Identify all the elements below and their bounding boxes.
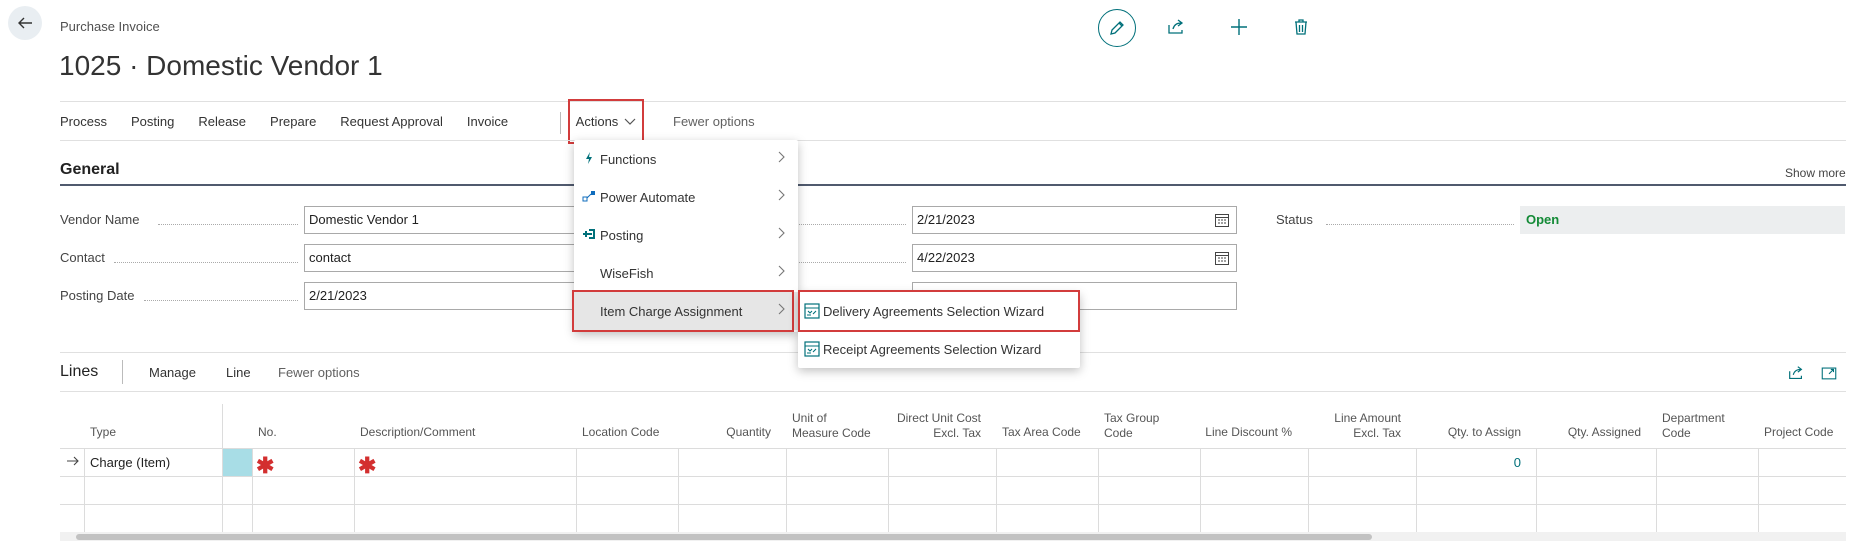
posting-date-field[interactable]: 2/21/2023 [304,282,594,310]
row1-type[interactable]: Charge (Item) [90,455,170,470]
col-header-department-line1[interactable]: Department [1662,411,1725,425]
action-bar: Process Posting Release Prepare Request … [60,108,520,136]
calendar-icon[interactable] [1214,250,1230,266]
expand-icon [1821,367,1837,380]
action-invoice[interactable]: Invoice [455,108,520,136]
required-icon: ✱ [358,453,377,478]
share-icon [1168,19,1184,34]
col-header-line-discount[interactable]: Line Discount % [1190,425,1292,439]
lines-share-button[interactable] [1784,361,1808,385]
chevron-right-icon [778,189,785,201]
col-header-uom-line2: Measure Code [792,426,871,440]
calendar-icon[interactable] [1214,212,1230,228]
menu-item-wisefish[interactable]: WiseFish [574,254,798,292]
col-header-direct-unit-cost-line1[interactable]: Direct Unit Cost [880,411,981,425]
menu-item-receipt-agreements-wizard[interactable]: Receipt Agreements Selection Wizard [798,330,1080,368]
chevron-right-icon [778,227,785,239]
general-section-title: General [60,161,120,178]
menu-item-label: Power Automate [600,189,696,205]
col-header-location-code[interactable]: Location Code [582,425,659,439]
col-header-qty-assigned[interactable]: Qty. Assigned [1540,425,1641,439]
vendor-name-field[interactable]: Domestic Vendor 1 [304,206,594,234]
status-value: Open [1520,206,1845,234]
col-header-quantity[interactable]: Quantity [680,425,771,439]
new-button[interactable] [1227,15,1251,39]
lightning-icon [586,152,592,164]
back-arrow-icon [18,17,32,29]
lines-section-title: Lines [60,363,99,380]
share-button[interactable] [1164,15,1188,39]
action-prepare[interactable]: Prepare [258,108,328,136]
action-request-approval[interactable]: Request Approval [328,108,455,136]
vendor-name-label: Vendor Name [60,212,140,227]
action-posting[interactable]: Posting [119,108,186,136]
edit-button[interactable] [1098,9,1136,47]
lines-manage-button[interactable]: Manage [149,365,196,380]
plus-icon [1231,19,1247,35]
share-icon [1789,366,1803,379]
col-header-direct-unit-cost-line2: Excl. Tax [933,426,981,440]
row1-qty-to-assign[interactable]: 0 [1420,455,1521,470]
row-indicator-icon [66,455,80,470]
menu-item-label: Posting [600,227,644,243]
lines-expand-button[interactable] [1817,361,1841,385]
trash-icon [1295,19,1307,35]
col-header-qty-to-assign[interactable]: Qty. to Assign [1420,425,1521,439]
actions-menu-button[interactable]: Actions [568,99,644,144]
col-header-line-amount-line2: Excl. Tax [1353,426,1401,440]
chevron-right-icon [778,265,785,277]
item-charge-highlight-box [572,290,794,332]
col-header-tax-area-code[interactable]: Tax Area Code [1002,425,1081,439]
show-more-link[interactable]: Show more [1785,166,1846,180]
col-header-line-amount-line1[interactable]: Line Amount [1310,411,1401,425]
menu-item-label: WiseFish [600,265,654,281]
action-process[interactable]: Process [60,108,119,136]
col-header-tax-group-line2: Code [1104,426,1133,440]
flow-icon [582,191,595,202]
table-row[interactable] [60,476,1846,504]
chevron-right-icon [778,151,785,163]
action-release[interactable]: Release [186,108,258,136]
fewer-options-button[interactable]: Fewer options [673,114,755,129]
col-header-type[interactable]: Type [90,425,116,439]
col-header-uom-line1[interactable]: Unit of [792,411,827,425]
required-icon: ✱ [256,453,275,478]
col-header-tax-group-line1[interactable]: Tax Group [1104,411,1159,425]
wizard-icon [804,341,820,357]
pencil-icon [1110,21,1124,35]
page-subtitle: Purchase Invoice [60,19,160,34]
row1-selected-cell[interactable] [223,449,252,476]
col-header-department-line2: Code [1662,426,1691,440]
post-icon [583,229,595,239]
chevron-down-icon [624,118,636,125]
delivery-wizard-highlight-box [798,290,1080,332]
page-title: 1025 · Domestic Vendor 1 [59,50,383,81]
menu-item-label: Receipt Agreements Selection Wizard [823,341,1042,357]
col-header-no[interactable]: No. [258,425,277,439]
due-date-value: 4/22/2023 [917,250,975,265]
document-date-field[interactable]: 2/21/2023 [912,206,1237,234]
scrollbar-thumb[interactable] [76,534,1372,540]
col-header-description[interactable]: Description/Comment [360,425,475,439]
menu-item-functions[interactable]: Functions [574,140,798,178]
back-button[interactable] [8,6,42,40]
col-header-project-code[interactable]: Project Code [1764,425,1833,439]
table-row[interactable] [60,448,1846,476]
menu-item-power-automate[interactable]: Power Automate [574,178,798,216]
status-label: Status [1276,212,1313,227]
lines-fewer-options-button[interactable]: Fewer options [278,365,360,380]
lines-line-button[interactable]: Line [226,365,251,380]
document-date-value: 2/21/2023 [917,212,975,227]
delete-button[interactable] [1289,15,1313,39]
menu-item-label: Functions [600,151,657,167]
actions-label: Actions [575,114,619,129]
menu-item-posting[interactable]: Posting [574,216,798,254]
posting-date-label: Posting Date [60,288,135,303]
table-row[interactable] [60,504,1846,532]
contact-field[interactable]: contact [304,244,594,272]
due-date-field[interactable]: 4/22/2023 [912,244,1237,272]
contact-label: Contact [60,250,105,265]
